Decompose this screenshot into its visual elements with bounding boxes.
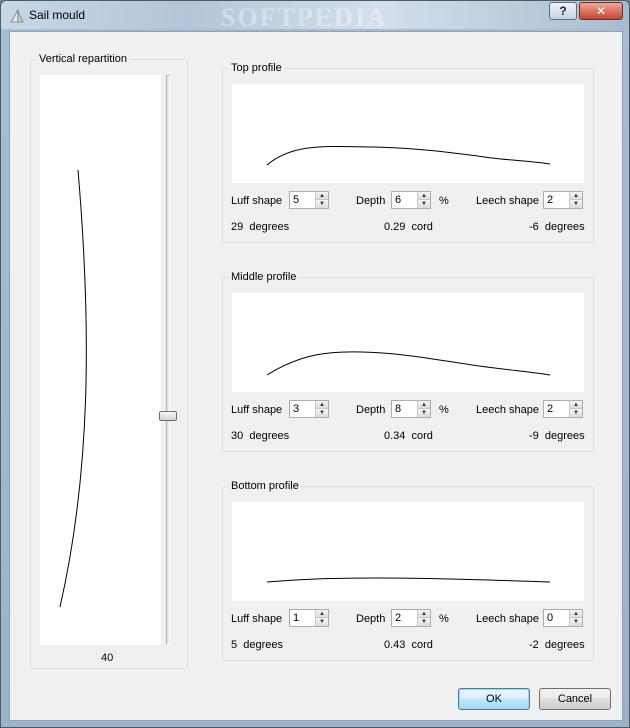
vertical-repartition-label: Vertical repartition bbox=[37, 53, 130, 66]
bottom-depth-unit: % bbox=[439, 613, 449, 625]
bottom-profile-group: Bottom profile Luff shape 1 ▲ ▼ Depth 2 ▲… bbox=[222, 480, 594, 661]
middle-profile-group: Middle profile Luff shape 3 ▲ ▼ Depth 8 ▲… bbox=[222, 271, 594, 452]
top-depth-up-icon[interactable]: ▲ bbox=[418, 192, 430, 200]
window-title: Sail mould bbox=[29, 8, 86, 22]
middle-luff-shape-spinner[interactable]: 3 ▲ ▼ bbox=[289, 400, 329, 418]
watermark-logo: SOFTPEDIA bbox=[221, 3, 388, 32]
top-profile-group: Top profile Luff shape 5 ▲ ▼ Depth 6 ▲ ▼ %… bbox=[222, 62, 594, 243]
help-button[interactable]: ? bbox=[549, 2, 577, 20]
top-profile-canvas bbox=[232, 84, 584, 183]
middle-depth-down-icon[interactable]: ▼ bbox=[418, 409, 430, 417]
top-luff-shape-spinner[interactable]: 5 ▲ ▼ bbox=[289, 191, 329, 209]
bottom-depth-label: Depth bbox=[356, 613, 386, 625]
bottom-leech-shape-up-icon[interactable]: ▲ bbox=[570, 610, 582, 618]
top-profile-curve bbox=[266, 145, 551, 166]
top-depth-value: 6 bbox=[395, 194, 402, 206]
middle-leech-shape-label: Leech shape bbox=[476, 404, 539, 416]
middle-luff-shape-value: 3 bbox=[293, 403, 300, 415]
vertical-repartition-slider-track[interactable] bbox=[166, 75, 170, 645]
vertical-repartition-canvas bbox=[40, 75, 161, 645]
vertical-repartition-value: 40 bbox=[101, 652, 114, 664]
bottom-depth-up-icon[interactable]: ▲ bbox=[418, 610, 430, 618]
bottom-leech-shape-value: 0 bbox=[547, 612, 554, 624]
middle-leech-shape-spinner[interactable]: 2 ▲ ▼ bbox=[543, 400, 583, 418]
bottom-luff-shape-up-icon[interactable]: ▲ bbox=[316, 610, 328, 618]
middle-leech-shape-value: 2 bbox=[547, 403, 554, 415]
top-luff-shape-up-icon[interactable]: ▲ bbox=[316, 192, 328, 200]
top-depth-down-icon[interactable]: ▼ bbox=[418, 200, 430, 208]
middle-depth-label: Depth bbox=[356, 404, 386, 416]
bottom-luff-shape-spinner[interactable]: 1 ▲ ▼ bbox=[289, 609, 329, 627]
bottom-leech-shape-spinner[interactable]: 0 ▲ ▼ bbox=[543, 609, 583, 627]
middle-depth-unit: % bbox=[439, 404, 449, 416]
top-depth-spinner[interactable]: 6 ▲ ▼ bbox=[391, 191, 431, 209]
top-leech-shape-label: Leech shape bbox=[476, 195, 539, 207]
middle-leech-shape-up-icon[interactable]: ▲ bbox=[570, 401, 582, 409]
title-bar[interactable]: Sail mould SOFTPEDIA ? ✕ bbox=[1, 1, 629, 32]
bottom-depth-readout: 0.43 cord bbox=[384, 639, 433, 651]
bottom-leech-readout: -2 degrees bbox=[529, 639, 585, 651]
close-button[interactable]: ✕ bbox=[579, 2, 623, 20]
middle-leech-readout: -9 degrees bbox=[529, 430, 585, 442]
top-leech-shape-up-icon[interactable]: ▲ bbox=[570, 192, 582, 200]
middle-luff-readout: 30 degrees bbox=[231, 430, 290, 442]
top-luff-shape-down-icon[interactable]: ▼ bbox=[316, 200, 328, 208]
top-luff-readout: 29 degrees bbox=[231, 221, 290, 233]
bottom-depth-down-icon[interactable]: ▼ bbox=[418, 618, 430, 626]
vertical-repartition-slider-thumb[interactable] bbox=[159, 411, 177, 421]
vertical-repartition-group: Vertical repartition 40 bbox=[30, 53, 188, 669]
dialog-window: Sail mould SOFTPEDIA ? ✕ Vertical repart… bbox=[0, 0, 630, 728]
bottom-luff-readout: 5 degrees bbox=[231, 639, 283, 651]
bottom-depth-spinner[interactable]: 2 ▲ ▼ bbox=[391, 609, 431, 627]
sail-app-icon bbox=[10, 9, 24, 23]
bottom-luff-shape-value: 1 bbox=[293, 612, 300, 624]
middle-luff-shape-down-icon[interactable]: ▼ bbox=[316, 409, 328, 417]
top-leech-readout: -6 degrees bbox=[529, 221, 585, 233]
top-leech-shape-down-icon[interactable]: ▼ bbox=[570, 200, 582, 208]
middle-profile-label: Middle profile bbox=[229, 271, 299, 284]
middle-luff-shape-label: Luff shape bbox=[231, 404, 283, 416]
top-luff-shape-value: 5 bbox=[293, 194, 300, 206]
top-depth-label: Depth bbox=[356, 195, 386, 207]
middle-profile-curve bbox=[266, 351, 551, 376]
top-leech-shape-spinner[interactable]: 2 ▲ ▼ bbox=[543, 191, 583, 209]
bottom-profile-curve bbox=[266, 577, 551, 583]
middle-luff-shape-up-icon[interactable]: ▲ bbox=[316, 401, 328, 409]
bottom-leech-shape-label: Leech shape bbox=[476, 613, 539, 625]
top-leech-shape-value: 2 bbox=[547, 194, 554, 206]
middle-depth-spinner[interactable]: 8 ▲ ▼ bbox=[391, 400, 431, 418]
bottom-luff-shape-label: Luff shape bbox=[231, 613, 283, 625]
middle-depth-readout: 0.34 cord bbox=[384, 430, 433, 442]
bottom-profile-canvas bbox=[232, 502, 584, 601]
cancel-button[interactable]: Cancel bbox=[539, 688, 611, 710]
top-luff-shape-label: Luff shape bbox=[231, 195, 283, 207]
bottom-depth-value: 2 bbox=[395, 612, 402, 624]
middle-depth-up-icon[interactable]: ▲ bbox=[418, 401, 430, 409]
middle-leech-shape-down-icon[interactable]: ▼ bbox=[570, 409, 582, 417]
bottom-luff-shape-down-icon[interactable]: ▼ bbox=[316, 618, 328, 626]
bottom-leech-shape-down-icon[interactable]: ▼ bbox=[570, 618, 582, 626]
ok-button[interactable]: OK bbox=[458, 688, 530, 710]
top-depth-unit: % bbox=[439, 195, 449, 207]
top-depth-readout: 0.29 cord bbox=[384, 221, 433, 233]
top-profile-label: Top profile bbox=[229, 62, 284, 75]
middle-profile-canvas bbox=[232, 293, 584, 392]
bottom-profile-label: Bottom profile bbox=[229, 480, 301, 493]
middle-depth-value: 8 bbox=[395, 403, 402, 415]
vertical-repartition-curve bbox=[59, 169, 87, 608]
dialog-client-area: Vertical repartition 40 Top profile Luff… bbox=[9, 31, 623, 721]
